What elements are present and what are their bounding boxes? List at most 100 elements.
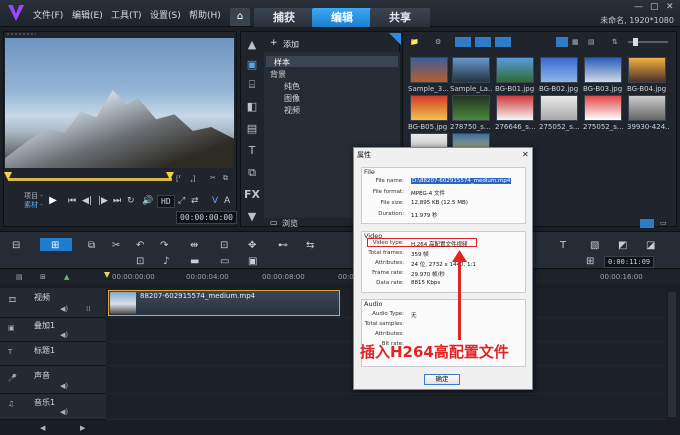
- marker-icon[interactable]: ▬: [190, 256, 199, 267]
- media-thumb[interactable]: [540, 57, 578, 83]
- fx-icon[interactable]: FX: [244, 188, 260, 201]
- quality-badge[interactable]: HD: [157, 195, 175, 208]
- media-thumb[interactable]: [410, 57, 448, 83]
- show-photo-icon[interactable]: [475, 37, 491, 47]
- tab-share[interactable]: 共享: [370, 8, 430, 27]
- track-audio-icon[interactable]: ◀): [60, 331, 68, 339]
- ripple-icon[interactable]: ▲: [64, 273, 69, 281]
- thumb-size-handle[interactable]: [633, 38, 638, 46]
- track-audio-icon[interactable]: ◀): [60, 382, 68, 390]
- go-start-icon[interactable]: ⏮: [68, 196, 76, 206]
- scroll-right-icon[interactable]: ▶: [80, 424, 85, 432]
- tab-capture[interactable]: 捕获: [254, 8, 314, 27]
- minimize-icon[interactable]: —: [634, 2, 643, 12]
- media-icon[interactable]: ▣: [244, 58, 260, 71]
- repeat-icon[interactable]: ↻: [127, 196, 135, 206]
- sort-icon[interactable]: ⇅: [612, 38, 618, 46]
- ok-button[interactable]: 确定: [424, 374, 460, 385]
- thumb-view-icon[interactable]: ▦: [572, 38, 579, 46]
- tree-item-background[interactable]: 背景: [270, 69, 286, 80]
- volume-icon[interactable]: 🔊: [142, 196, 153, 206]
- timeline-timecode[interactable]: 0:00:11:09: [604, 256, 655, 268]
- undo-icon[interactable]: ↶: [136, 240, 144, 251]
- track-audio-icon[interactable]: ◀): [60, 305, 68, 313]
- mark-out-icon[interactable]: ⸥]: [190, 175, 195, 183]
- track-lane-music[interactable]: [106, 394, 666, 420]
- loop-icon[interactable]: ⇄: [191, 196, 199, 206]
- graphics-icon[interactable]: ▤: [244, 122, 260, 135]
- track-audio-icon[interactable]: ◀): [60, 408, 68, 416]
- go-end-icon[interactable]: ⏭: [113, 196, 121, 206]
- menu-help[interactable]: 帮助(H): [189, 8, 221, 21]
- title-icon[interactable]: T: [244, 144, 260, 157]
- crop-icon[interactable]: ◪: [646, 240, 655, 251]
- media-thumb[interactable]: [410, 95, 448, 121]
- maximize-icon[interactable]: ▢: [650, 2, 659, 12]
- panel-option-icon[interactable]: [640, 219, 654, 228]
- mask-icon[interactable]: ▧: [590, 240, 599, 251]
- record-icon[interactable]: ⊡: [220, 240, 228, 251]
- mark-in-icon[interactable]: [⸢: [176, 175, 181, 183]
- dialog-close-icon[interactable]: ✕: [522, 150, 529, 159]
- text-tool-icon[interactable]: T: [560, 240, 566, 251]
- grid-view-icon[interactable]: ▤: [588, 38, 595, 46]
- timeline-scrollbar[interactable]: [668, 292, 676, 417]
- show-audio-icon[interactable]: [495, 37, 511, 47]
- play-button[interactable]: ▶: [46, 195, 60, 207]
- home-icon[interactable]: ⌂: [230, 8, 250, 26]
- tree-item-sample[interactable]: 样本: [274, 57, 290, 68]
- next-frame-icon[interactable]: |▶: [98, 196, 108, 206]
- menu-file[interactable]: 文件(F): [33, 8, 63, 21]
- browse-icon[interactable]: ▭: [270, 218, 278, 227]
- list-view-icon[interactable]: [556, 37, 568, 47]
- menu-settings[interactable]: 设置(S): [150, 8, 181, 21]
- move-icon[interactable]: ✥: [248, 240, 256, 251]
- down-arrow-icon[interactable]: V: [212, 196, 218, 206]
- mode-clip-label[interactable]: 素材 -: [24, 200, 43, 210]
- audio-mix-icon[interactable]: ♪: [163, 256, 169, 267]
- text-icon[interactable]: A: [224, 196, 230, 206]
- instant-project-icon[interactable]: ⌸: [244, 78, 260, 92]
- preview-timecode[interactable]: 00:00:00:00: [176, 211, 237, 224]
- media-thumb[interactable]: [584, 57, 622, 83]
- show-video-icon[interactable]: [455, 37, 471, 47]
- down-arrow-small-icon[interactable]: ▼: [244, 210, 260, 223]
- split-icon[interactable]: ✂: [210, 174, 216, 182]
- scroll-left-icon[interactable]: ◀: [40, 424, 45, 432]
- track-grid-icon[interactable]: ⁞⁞: [86, 305, 90, 313]
- redo-icon[interactable]: ↷: [160, 240, 168, 251]
- browse-label[interactable]: 浏览: [282, 218, 298, 229]
- track-manager-icon[interactable]: ▤: [16, 273, 23, 281]
- enlarge-icon[interactable]: ⧉: [223, 174, 228, 183]
- cut-icon[interactable]: ✂: [112, 240, 120, 251]
- copy-icon[interactable]: ⧉: [88, 240, 95, 251]
- add-track-icon[interactable]: ⊞: [40, 273, 46, 281]
- prev-frame-icon[interactable]: ◀|: [82, 196, 92, 206]
- overlay-icon[interactable]: ⧉: [244, 166, 260, 180]
- folder-icon[interactable]: 📁: [410, 38, 419, 46]
- zoom-in-icon[interactable]: ▣: [248, 256, 257, 267]
- tree-item-video[interactable]: 视频: [284, 105, 300, 116]
- menu-tools[interactable]: 工具(T): [111, 8, 142, 21]
- media-thumb[interactable]: [496, 57, 534, 83]
- fit-icon[interactable]: ⇹: [190, 240, 198, 251]
- fit-project-icon[interactable]: ⊞: [586, 256, 594, 267]
- close-icon[interactable]: ✕: [666, 2, 674, 12]
- media-thumb[interactable]: [628, 57, 666, 83]
- panel-option-2-icon[interactable]: ▭: [660, 219, 667, 227]
- storyboard-view-icon[interactable]: ⊟: [12, 240, 20, 251]
- media-thumb[interactable]: [628, 95, 666, 121]
- transition-icon[interactable]: ◧: [244, 100, 260, 113]
- tab-edit[interactable]: 编辑: [312, 8, 372, 27]
- add-icon[interactable]: +: [270, 38, 278, 48]
- chapter-icon[interactable]: ⊡: [136, 256, 144, 267]
- media-thumb[interactable]: [496, 95, 534, 121]
- media-thumb[interactable]: [584, 95, 622, 121]
- up-arrow-icon[interactable]: ▲: [244, 38, 260, 51]
- media-thumb[interactable]: [452, 95, 490, 121]
- settings-icon[interactable]: ⚙: [435, 38, 441, 46]
- zoom-icon[interactable]: ⤢: [178, 196, 185, 206]
- add-label[interactable]: 添加: [283, 39, 299, 50]
- media-thumb[interactable]: [540, 95, 578, 121]
- tree-item-solid[interactable]: 纯色: [284, 81, 300, 92]
